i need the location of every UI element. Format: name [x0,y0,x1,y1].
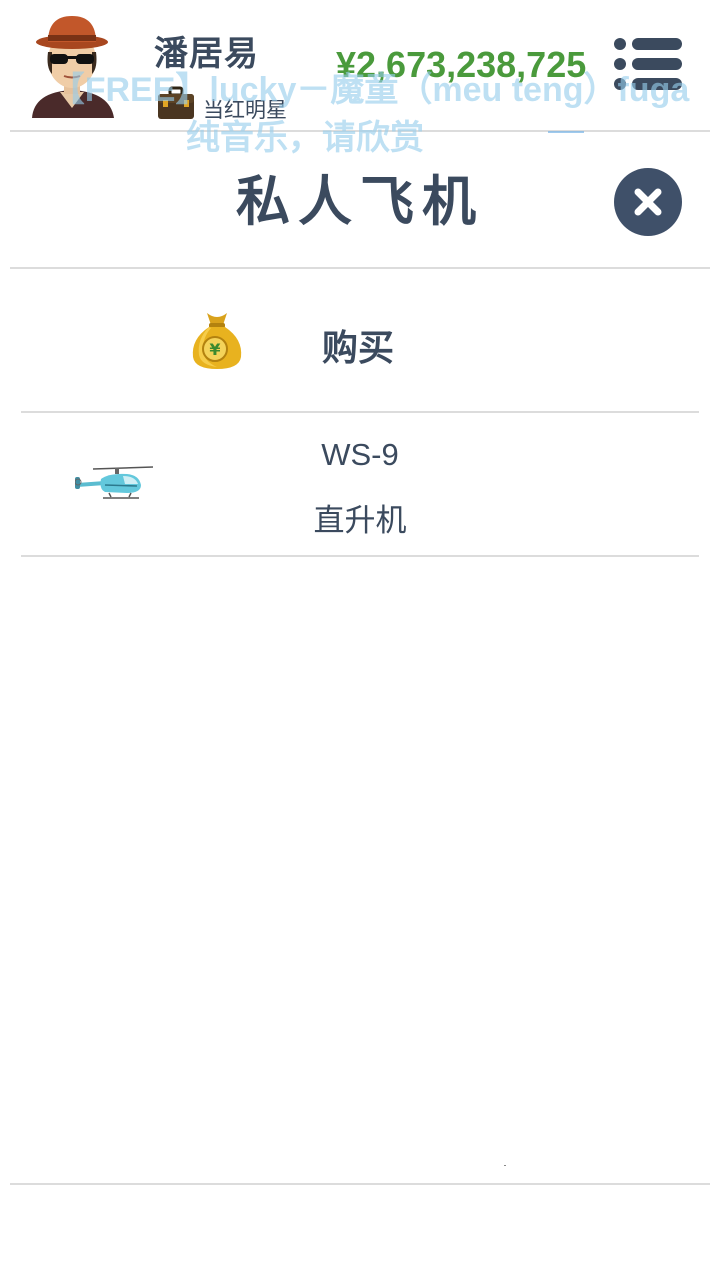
job-title: 当红明星 [203,99,287,122]
list-item[interactable]: WS-9 直升机 [21,413,699,555]
avatar-icon[interactable] [26,8,118,118]
stray-dot [504,1165,506,1166]
player-header: 潘居易 当红明星 ¥2,673,238,725 [0,0,720,131]
item-divider [21,555,699,557]
close-button[interactable] [614,168,682,236]
header-divider [10,130,710,132]
menu-list-icon[interactable] [612,36,684,92]
money-balance: ¥2,673,238,725 [336,44,587,85]
music-underline [548,131,584,133]
close-icon [634,188,662,216]
item-model: WS-9 [321,437,399,472]
briefcase-icon [158,86,194,119]
panel-title: 私人飞机 [236,172,484,232]
buy-label: 购买 [322,327,395,368]
player-name: 潘居易 [154,35,259,73]
item-type: 直升机 [313,503,407,538]
buy-button[interactable]: ¥ 购买 [21,269,699,411]
svg-text:¥: ¥ [209,340,220,359]
money-bag-icon: ¥ [192,313,242,369]
footer-divider [10,1183,710,1185]
app-screen: 潘居易 当红明星 ¥2,673,238,725 【FREE】lucky－魔童（m… [0,0,720,1280]
